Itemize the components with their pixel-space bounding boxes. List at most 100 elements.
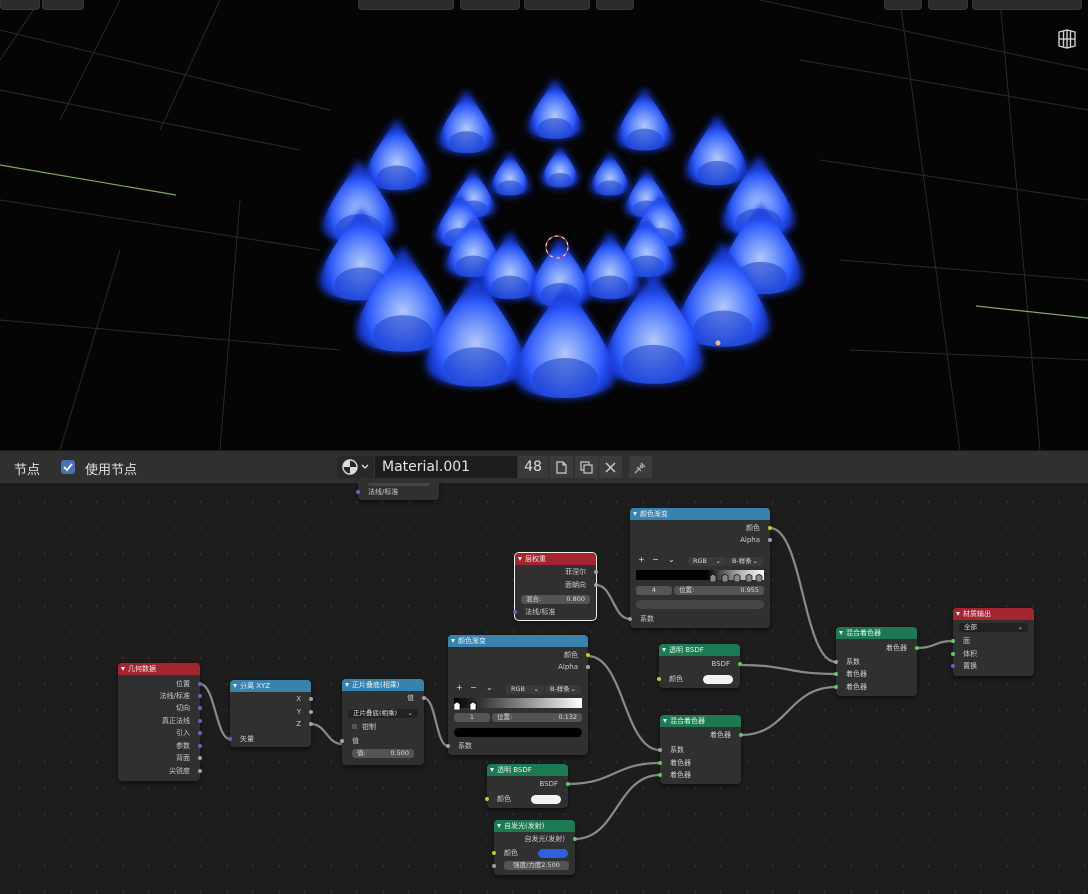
ramp2-interpolation-select[interactable]: B-样条 ⌄	[727, 557, 763, 566]
ramp1-output-socket[interactable]	[586, 653, 590, 657]
layer-weight-blend-field[interactable]: 混合: 0.800	[521, 595, 590, 604]
transparent-1-output-socket[interactable]	[738, 662, 742, 666]
math-node[interactable]: 正片叠底(相乘) 值 正片叠底(相乘) ⌄ 钳制 值 值: 0.500	[340, 679, 426, 765]
color-ramp-node-1[interactable]: 颜色渐变 颜色 Alpha + − ⌄ RGB ⌄ B-样条 ⌄ 1 位置: 0.13…	[446, 635, 590, 755]
ramp1-index-field[interactable]: 1	[454, 713, 490, 722]
clamp-checkbox[interactable]	[352, 724, 357, 729]
material-output-input-socket[interactable]	[951, 664, 955, 668]
gizmo-button[interactable]	[928, 0, 968, 10]
add-stop-icon[interactable]: +	[456, 683, 463, 692]
emission-strength-field[interactable]: 强度/力度2.500	[492, 861, 569, 870]
emission-output-socket[interactable]	[573, 837, 577, 841]
transparent-1-color-swatch[interactable]	[703, 675, 733, 684]
material-browse-button[interactable]	[337, 456, 374, 478]
ramp2-stop-color[interactable]	[636, 600, 764, 609]
mix-shader-2-input-socket[interactable]	[658, 773, 662, 777]
geometry-node[interactable]: 几何数据 位置 法线/标准 切向 真正法线 引入 参数 背面 尖锐度	[118, 663, 202, 781]
partial-input-socket[interactable]	[356, 490, 360, 494]
transparent-2-output-socket[interactable]	[566, 782, 570, 786]
shading-button[interactable]	[972, 0, 1082, 10]
math-value-field[interactable]: 值: 0.500	[352, 749, 414, 758]
mix-shader-1-input-socket[interactable]	[834, 660, 838, 664]
transform-orientation-button[interactable]	[358, 0, 454, 10]
ramp2-output-socket[interactable]	[768, 526, 772, 530]
separate-output-socket[interactable]	[309, 697, 313, 701]
geometry-output-socket[interactable]	[198, 719, 202, 723]
ramp1-input-socket[interactable]	[446, 744, 450, 748]
mix-shader-node-2[interactable]: 混合着色器 着色器 系数 着色器 着色器	[658, 715, 743, 784]
separate-output-socket[interactable]	[309, 722, 313, 726]
math-operation-select[interactable]: 正片叠底(相乘) ⌄	[348, 709, 418, 718]
pin-button[interactable]	[629, 456, 652, 478]
add-stop-icon[interactable]: +	[638, 555, 645, 564]
material-output-node[interactable]: 材质输出 全部 ⌄ 面 体积 置换	[951, 608, 1034, 676]
overlay-button[interactable]	[884, 0, 922, 10]
mix-shader-1-input-socket[interactable]	[834, 672, 838, 676]
math-output-socket[interactable]	[422, 696, 426, 700]
material-output-target-select[interactable]: 全部 ⌄	[959, 623, 1028, 632]
view-grid-icon[interactable]	[1056, 28, 1078, 50]
emission-strength-socket[interactable]	[492, 864, 496, 868]
mix-shader-1-output-socket[interactable]	[915, 646, 919, 650]
remove-stop-icon[interactable]: −	[652, 555, 659, 564]
math-input-socket[interactable]	[340, 739, 344, 743]
mix-shader-2-output-socket[interactable]	[739, 733, 743, 737]
snap-button[interactable]	[524, 0, 590, 10]
chevron-down-icon[interactable]: ⌄	[668, 555, 675, 564]
layer-weight-output-socket[interactable]	[594, 583, 598, 587]
layer-weight-output-socket[interactable]	[594, 570, 598, 574]
geometry-output-socket[interactable]	[198, 769, 202, 773]
layer-weight-input-socket[interactable]	[513, 610, 517, 614]
geometry-output-socket[interactable]	[198, 756, 202, 760]
use-nodes-checkbox[interactable]	[61, 460, 75, 474]
remove-stop-icon[interactable]: −	[470, 683, 477, 692]
ramp1-output-socket[interactable]	[586, 665, 590, 669]
material-name-field[interactable]: Material.001	[375, 456, 517, 478]
mix-shader-node-1[interactable]: 混合着色器 着色器 系数 着色器 着色器	[834, 627, 919, 696]
unlink-material-button[interactable]	[599, 456, 622, 478]
mix-shader-1-input-socket[interactable]	[834, 685, 838, 689]
3d-viewport[interactable]	[0, 0, 1088, 450]
ramp2-output-socket[interactable]	[768, 538, 772, 542]
ramp1-position-field[interactable]: 位置: 0.132	[492, 713, 582, 722]
proportional-button[interactable]	[596, 0, 634, 10]
chevron-down-icon[interactable]: ⌄	[486, 683, 493, 692]
pivot-button[interactable]	[460, 0, 520, 10]
ramp2-position-field[interactable]: 位置: 0.955	[674, 586, 764, 595]
geometry-output-socket[interactable]	[198, 682, 202, 686]
transparent-2-color-swatch[interactable]	[531, 795, 561, 804]
viewport-mode-button[interactable]	[0, 0, 40, 10]
ramp2-mode-select[interactable]: RGB ⌄	[688, 557, 726, 566]
ramp1-stops[interactable]	[454, 702, 584, 710]
user-count[interactable]: 48	[518, 456, 548, 478]
separate-output-socket[interactable]	[309, 710, 313, 714]
transparent-1-input-socket[interactable]	[657, 677, 661, 681]
transparent-bsdf-node-2[interactable]: 透明 BSDF BSDF 颜色	[485, 764, 570, 808]
color-ramp-node-2[interactable]: 颜色渐变 颜色 Alpha + − ⌄ RGB ⌄ B-样条 ⌄ 4 位置: 0.95…	[628, 508, 772, 628]
geometry-output-socket[interactable]	[198, 731, 202, 735]
transparent-2-input-socket[interactable]	[485, 797, 489, 801]
ramp1-mode-select[interactable]: RGB ⌄	[506, 685, 544, 694]
mix-shader-2-input-socket[interactable]	[658, 761, 662, 765]
geometry-output-socket[interactable]	[198, 744, 202, 748]
separate-xyz-node[interactable]: 分离 XYZ X Y Z 矢量	[228, 680, 313, 747]
separate-input-socket[interactable]	[228, 737, 232, 741]
layer-weight-node[interactable]: 层权重 菲涅尔 面朝向 混合: 0.800 法线/标准	[513, 552, 598, 621]
material-output-input-socket[interactable]	[951, 652, 955, 656]
viewport-view-button[interactable]	[42, 0, 84, 10]
ramp2-stops[interactable]	[636, 574, 766, 582]
material-output-input-socket[interactable]	[951, 639, 955, 643]
ramp2-input-socket[interactable]	[628, 617, 632, 621]
partial-node[interactable]: 法线/标准	[356, 483, 439, 500]
geometry-output-socket[interactable]	[198, 706, 202, 710]
emission-node[interactable]: 自发光(发射) 自发光(发射) 颜色 强度/力度2.500	[492, 820, 577, 875]
emission-color-swatch[interactable]	[538, 849, 568, 858]
fake-user-button[interactable]	[550, 456, 573, 478]
transparent-bsdf-node-1[interactable]: 透明 BSDF BSDF 颜色	[657, 644, 742, 688]
duplicate-material-button[interactable]	[575, 456, 598, 478]
ramp1-stop-color[interactable]	[454, 728, 582, 737]
emission-input-socket[interactable]	[492, 851, 496, 855]
partial-field[interactable]	[368, 483, 430, 486]
ramp2-index-field[interactable]: 4	[636, 586, 672, 595]
mix-shader-2-input-socket[interactable]	[658, 748, 662, 752]
